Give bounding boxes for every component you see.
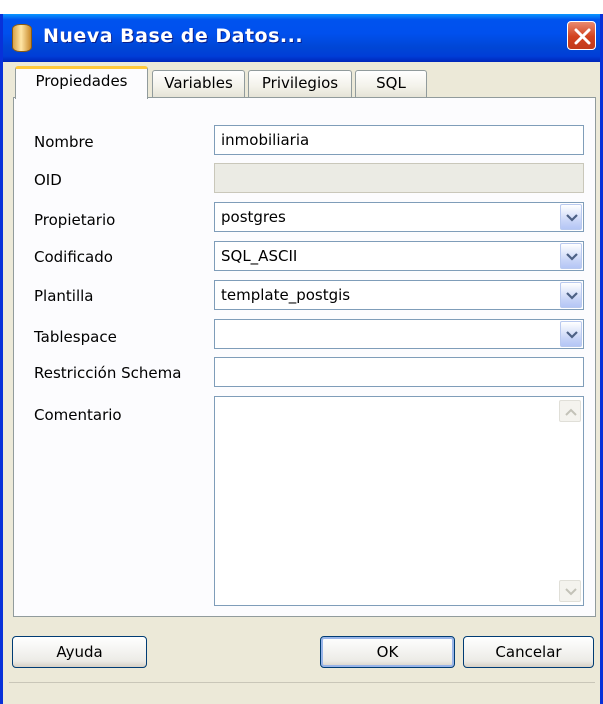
properties-panel: Nombre inmobiliaria OID Propietario post…: [13, 97, 596, 617]
close-icon: [574, 28, 591, 45]
propietario-dropdown-button[interactable]: [560, 204, 582, 230]
tablespace-dropdown-button[interactable]: [560, 321, 582, 347]
tablespace-select[interactable]: [214, 319, 584, 349]
nombre-field[interactable]: inmobiliaria: [214, 125, 584, 155]
close-button[interactable]: [567, 21, 596, 50]
window-title: Nueva Base de Datos...: [43, 25, 304, 47]
scroll-down-button[interactable]: [559, 580, 581, 602]
plantilla-dropdown-button[interactable]: [560, 282, 582, 308]
restriccion-schema-label: Restricción Schema: [34, 364, 182, 382]
codificado-value: SQL_ASCII: [221, 247, 298, 265]
chevron-down-icon: [566, 331, 578, 339]
title-bar[interactable]: Nueva Base de Datos...: [3, 14, 600, 62]
help-button[interactable]: Ayuda: [12, 636, 147, 668]
plantilla-select[interactable]: template_postgis: [214, 280, 584, 310]
oid-field: [214, 163, 584, 193]
tab-sql[interactable]: SQL: [355, 70, 427, 97]
tab-variables[interactable]: Variables: [152, 70, 245, 97]
ok-button[interactable]: OK: [320, 636, 455, 668]
codificado-label: Codificado: [34, 248, 113, 266]
plantilla-label: Plantilla: [34, 287, 94, 305]
database-icon: [12, 24, 32, 52]
restriccion-schema-field[interactable]: [214, 357, 584, 387]
propietario-label: Propietario: [34, 211, 116, 229]
comentario-label: Comentario: [34, 406, 122, 424]
arrow-down-icon: [565, 588, 577, 596]
plantilla-value: template_postgis: [221, 286, 351, 304]
codificado-select[interactable]: SQL_ASCII: [214, 241, 584, 271]
codificado-dropdown-button[interactable]: [560, 243, 582, 269]
propietario-value: postgres: [221, 208, 286, 226]
nombre-label: Nombre: [34, 133, 94, 151]
dialog-window: Nueva Base de Datos... Propiedades Varia…: [0, 14, 603, 704]
status-bar: [9, 682, 595, 704]
chevron-down-icon: [566, 292, 578, 300]
tab-propiedades[interactable]: Propiedades: [15, 66, 148, 99]
arrow-up-icon: [565, 408, 577, 416]
cancel-button[interactable]: Cancelar: [463, 636, 594, 668]
oid-label: OID: [34, 171, 62, 189]
chevron-down-icon: [566, 214, 578, 222]
tablespace-label: Tablespace: [34, 328, 117, 346]
propietario-select[interactable]: postgres: [214, 202, 584, 232]
tab-strip: Propiedades Variables Privilegios SQL: [15, 66, 595, 99]
tab-privilegios[interactable]: Privilegios: [248, 70, 352, 97]
comentario-textarea[interactable]: [214, 396, 584, 606]
chevron-down-icon: [566, 253, 578, 261]
scroll-up-button[interactable]: [559, 400, 581, 422]
